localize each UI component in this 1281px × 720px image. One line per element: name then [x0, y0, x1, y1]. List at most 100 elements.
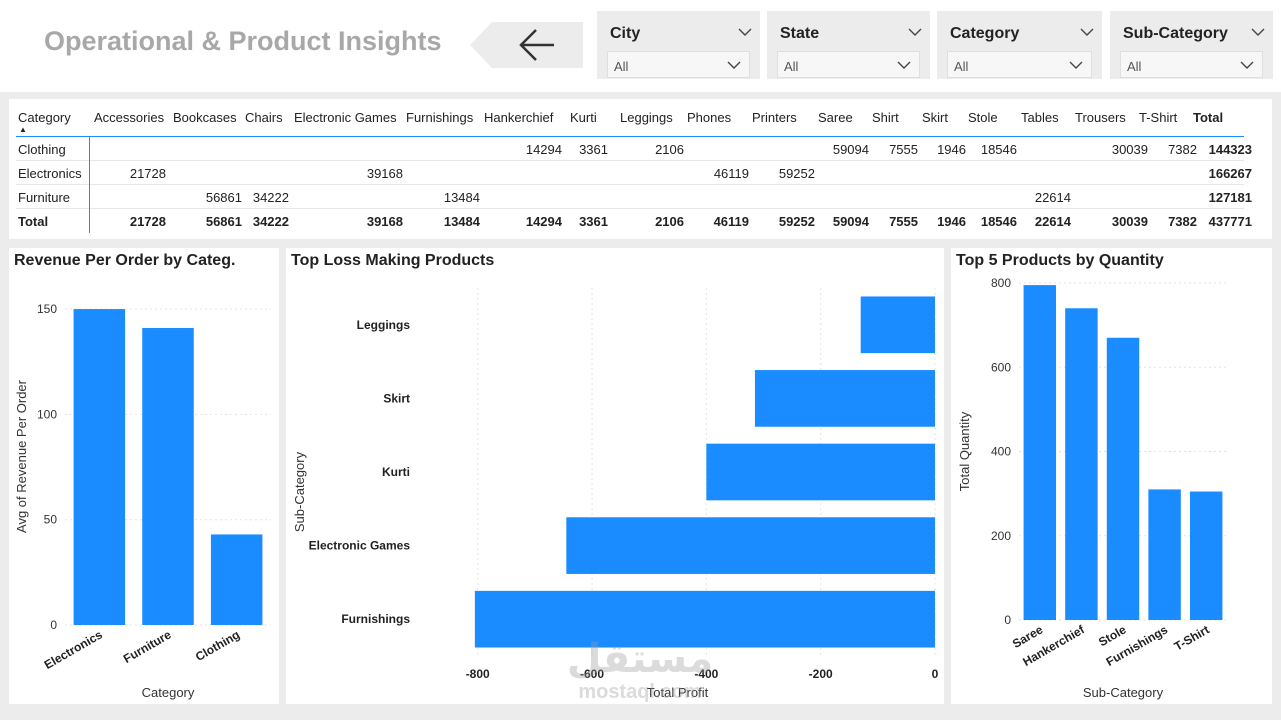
slicer-state[interactable]: State All	[767, 11, 930, 79]
slicer-city-dropdown[interactable]: All	[607, 51, 750, 78]
matrix-column-header[interactable]: Trousers	[1075, 110, 1126, 125]
matrix-row-header[interactable]: Furniture	[18, 190, 70, 205]
slicer-category-label: Category	[950, 25, 1020, 42]
matrix-column-header[interactable]: Stole	[968, 110, 998, 125]
matrix-cell: 22614	[1034, 214, 1071, 229]
x-tick-label: Clothing	[193, 627, 242, 663]
matrix-column-header[interactable]: Hankerchief	[484, 110, 553, 125]
matrix-column-header[interactable]: T-Shirt	[1139, 110, 1177, 125]
header-bar: Operational & Product Insights City All …	[0, 0, 1281, 92]
matrix-cell: 144323	[1208, 142, 1252, 157]
matrix-column-header[interactable]: Shirt	[872, 110, 899, 125]
matrix-column-header[interactable]: Electronic Games	[294, 110, 397, 125]
y-tick-label: 50	[44, 513, 58, 527]
matrix-cell: 59094	[832, 214, 869, 229]
matrix-cell: 18546	[980, 214, 1017, 229]
matrix-cell: 2106	[655, 142, 684, 157]
bar[interactable]	[860, 296, 935, 354]
matrix-cell: 127181	[1208, 190, 1252, 205]
matrix-column-header[interactable]: Printers	[752, 110, 797, 125]
matrix-column-header[interactable]: Chairs	[245, 110, 283, 125]
slicer-state-value: All	[784, 59, 799, 74]
matrix-column-header[interactable]: Saree	[818, 110, 853, 125]
bar[interactable]	[73, 309, 126, 625]
bar[interactable]	[706, 443, 935, 501]
matrix-cell: 7555	[889, 214, 918, 229]
matrix-cell: 1946	[937, 214, 966, 229]
matrix-cell: 437771	[1208, 214, 1252, 229]
slicer-category-dropdown[interactable]: All	[947, 51, 1092, 78]
matrix-visual: Category ▲ Accessories Bookcases Chairs Ele…	[9, 99, 1272, 239]
matrix-cell: 56861	[205, 190, 242, 205]
matrix-cell: 166267	[1208, 166, 1252, 181]
matrix-row-header[interactable]: Clothing	[18, 142, 66, 157]
y-tick-label: 100	[37, 407, 57, 421]
matrix-cell: 59094	[832, 142, 869, 157]
x-tick-label: T-Shirt	[1172, 622, 1212, 653]
matrix-cell: 14294	[525, 214, 562, 229]
watermark-logo: مستقل mostaql.com	[560, 628, 720, 708]
y-tick-label: Skirt	[383, 391, 410, 405]
x-tick-label: 0	[932, 667, 939, 681]
bar[interactable]	[1023, 285, 1057, 620]
matrix-column-header[interactable]: Phones	[687, 110, 731, 125]
y-axis-title: Avg of Revenue Per Order	[14, 379, 29, 533]
matrix-row-header[interactable]: Electronics	[18, 166, 82, 181]
matrix-row-header[interactable]: Total	[18, 214, 48, 229]
matrix-cell: 30039	[1111, 142, 1148, 157]
matrix-column-header[interactable]: Tables	[1021, 110, 1059, 125]
slicer-sub-category-value: All	[1127, 59, 1142, 74]
bar[interactable]	[754, 370, 935, 427]
page-title: Operational & Product Insights	[44, 26, 442, 56]
y-tick-label: 0	[50, 618, 57, 632]
matrix-cell: 21728	[129, 214, 166, 229]
back-button[interactable]	[470, 22, 583, 68]
chevron-down-icon[interactable]	[1251, 28, 1265, 36]
slicer-category[interactable]: Category All	[937, 11, 1102, 79]
bar[interactable]	[566, 517, 935, 574]
bar[interactable]	[1106, 337, 1140, 620]
matrix-cell: 39168	[366, 166, 403, 181]
revenue-chart: 0 50 100 150 Electronics Furniture Clothing Cat…	[14, 302, 271, 700]
chevron-down-icon[interactable]	[1080, 28, 1094, 36]
matrix-corner-header[interactable]: Category	[18, 110, 71, 125]
watermark-text: mostaql.com	[578, 681, 701, 703]
y-tick-label: Kurti	[382, 465, 410, 479]
x-tick-label: Furniture	[121, 627, 174, 666]
matrix-row: Electronics 21728 39168 46119 59252 166267	[16, 161, 1252, 185]
matrix-column-header[interactable]: Bookcases	[173, 110, 237, 125]
slicer-sub-category[interactable]: Sub-Category All	[1110, 11, 1273, 79]
matrix-cell: 3361	[579, 142, 608, 157]
bar[interactable]	[1189, 491, 1223, 620]
y-axis-title: Sub-Category	[292, 451, 307, 532]
matrix-cell: 46119	[713, 214, 749, 229]
bar[interactable]	[1148, 489, 1181, 620]
slicer-sub-category-dropdown[interactable]: All	[1120, 51, 1263, 78]
chevron-down-icon[interactable]	[738, 28, 752, 36]
slicer-category-value: All	[954, 59, 969, 74]
slicer-state-dropdown[interactable]: All	[777, 51, 920, 78]
matrix-column-header[interactable]: Leggings	[620, 110, 673, 125]
chevron-down-icon[interactable]	[908, 28, 922, 36]
matrix-column-header[interactable]: Accessories	[94, 110, 164, 125]
matrix-cell: 46119	[713, 166, 749, 181]
chevron-down-icon	[727, 61, 741, 69]
bar[interactable]	[142, 328, 194, 625]
matrix-cell: 3361	[579, 214, 608, 229]
matrix-cell: 59252	[778, 166, 815, 181]
matrix-column-header[interactable]: Total	[1193, 110, 1223, 125]
matrix-column-header[interactable]: Skirt	[922, 110, 948, 125]
matrix-cell: 18546	[980, 142, 1017, 157]
bar[interactable]	[210, 534, 263, 625]
y-tick-label: 600	[991, 360, 1011, 374]
y-tick-label: Electronic Games	[309, 539, 411, 553]
matrix-cell: 13484	[443, 190, 480, 205]
y-tick-label: 400	[991, 445, 1011, 459]
x-tick-label: -200	[809, 667, 833, 681]
matrix-column-header[interactable]: Kurti	[570, 110, 597, 125]
slicer-sub-category-label: Sub-Category	[1123, 25, 1228, 42]
bar[interactable]	[1065, 308, 1098, 620]
matrix-column-header[interactable]: Furnishings	[406, 110, 473, 125]
slicer-city[interactable]: City All	[597, 11, 760, 79]
matrix-cell: 13484	[443, 214, 480, 229]
